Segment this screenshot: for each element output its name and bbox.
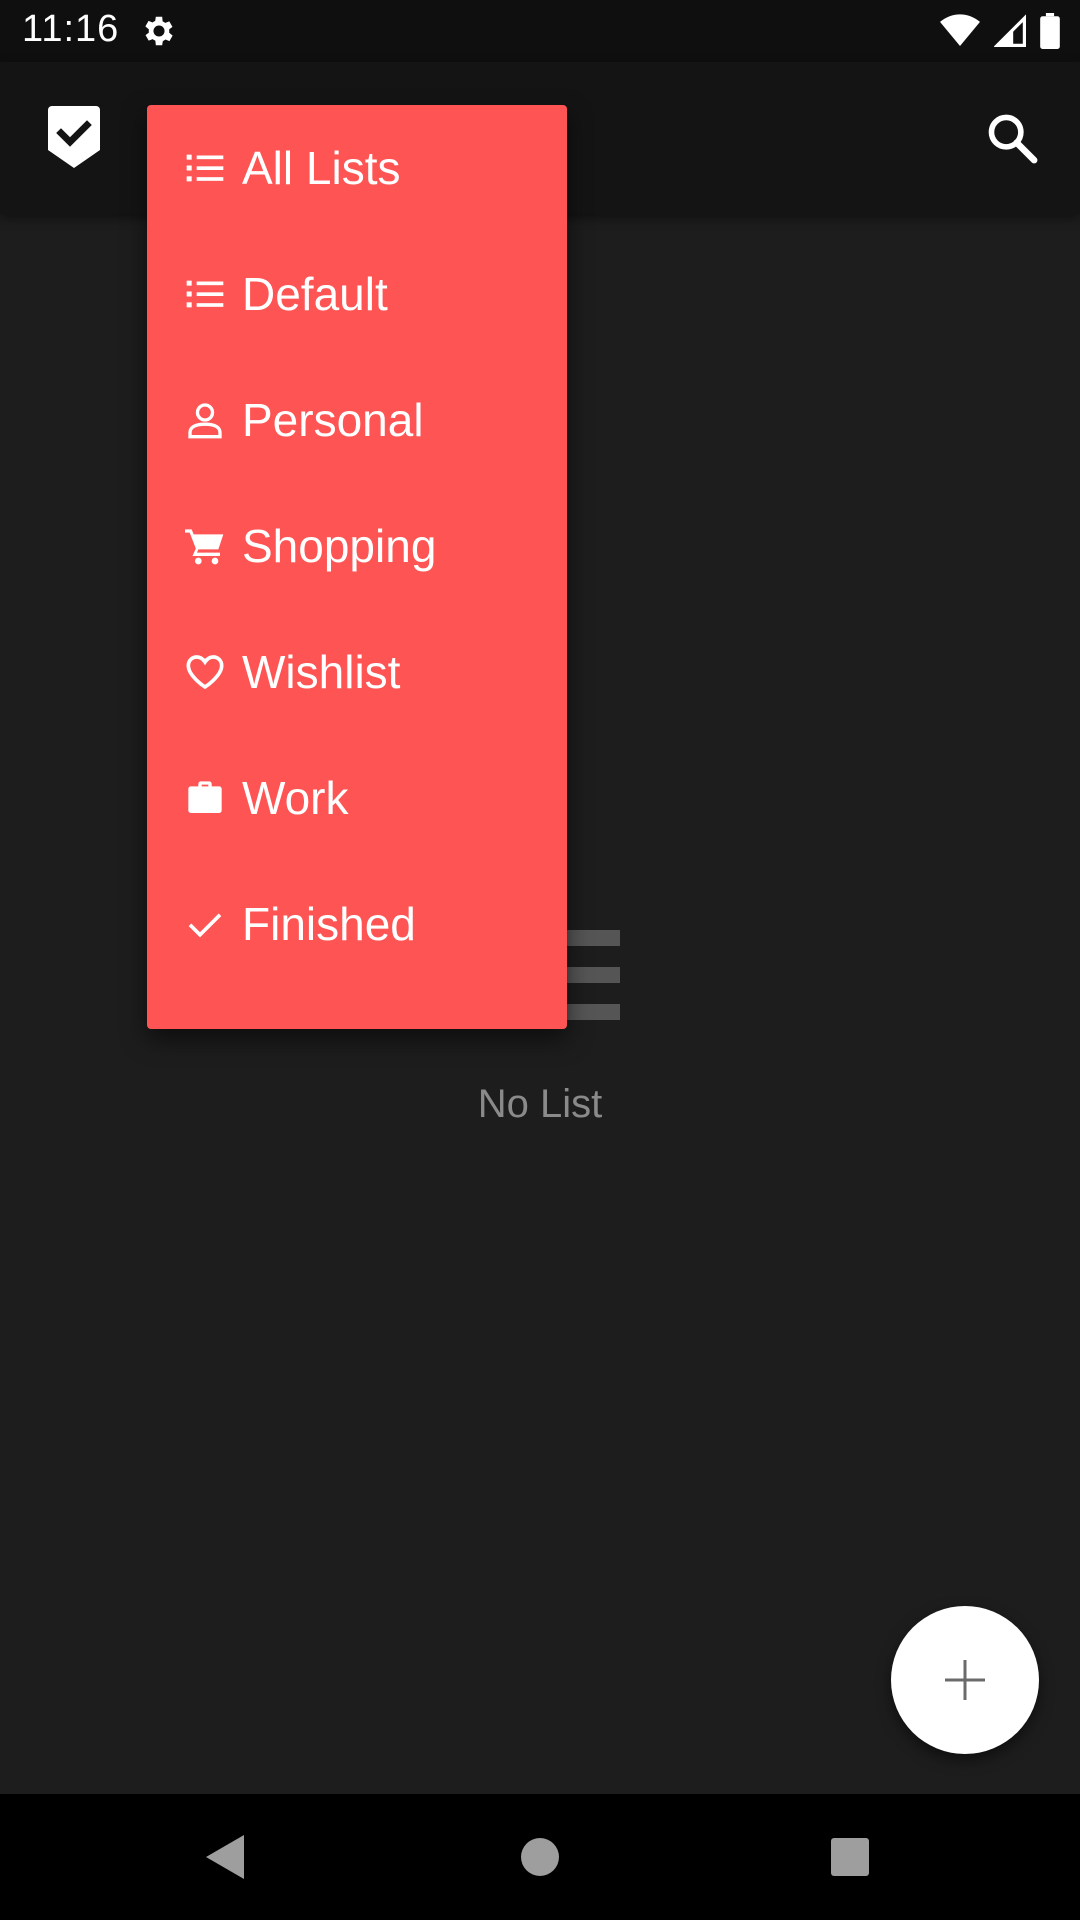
- menu-item-all-lists[interactable]: All Lists: [147, 105, 567, 231]
- cart-icon: [185, 529, 224, 565]
- briefcase-icon: [188, 781, 222, 813]
- menu-item-work[interactable]: Work: [147, 735, 567, 861]
- check-icon: [188, 913, 222, 938]
- recents-icon[interactable]: [824, 1831, 876, 1883]
- menu-item-label: Wishlist: [242, 646, 401, 698]
- menu-item-label: Default: [242, 268, 388, 320]
- back-icon[interactable]: [200, 1831, 252, 1883]
- shield-check-icon: [48, 106, 100, 168]
- menu-item-label: Shopping: [242, 520, 437, 572]
- add-list-button[interactable]: [891, 1606, 1039, 1754]
- signal-icon: [994, 14, 1026, 47]
- menu-item-label: Finished: [242, 898, 416, 950]
- menu-item-shopping[interactable]: Shopping: [147, 483, 567, 609]
- menu-item-label: All Lists: [242, 142, 401, 194]
- gear-icon: [145, 16, 173, 46]
- status-icons: [940, 12, 1060, 50]
- menu-item-finished[interactable]: Finished: [147, 861, 567, 987]
- list-icon: [186, 154, 224, 182]
- menu-item-personal[interactable]: Personal: [147, 357, 567, 483]
- list-filter-menu: All Lists Default Personal Shopping Wish…: [147, 105, 567, 1029]
- wifi-icon: [940, 14, 980, 47]
- menu-item-default[interactable]: Default: [147, 231, 567, 357]
- heart-icon: [186, 655, 224, 690]
- person-icon: [188, 403, 222, 439]
- plus-icon: [945, 1660, 985, 1700]
- status-time: 11:16: [22, 8, 120, 50]
- home-icon[interactable]: [514, 1831, 566, 1883]
- list-icon: [186, 280, 224, 308]
- empty-state-text: No List: [477, 1082, 603, 1126]
- battery-icon: [1040, 13, 1060, 49]
- menu-item-label: Work: [242, 772, 349, 824]
- system-nav-bar: [0, 1794, 1080, 1920]
- menu-item-label: Personal: [242, 394, 424, 446]
- status-bar: 11:16: [0, 0, 1080, 62]
- search-icon[interactable]: [984, 110, 1040, 166]
- menu-item-wishlist[interactable]: Wishlist: [147, 609, 567, 735]
